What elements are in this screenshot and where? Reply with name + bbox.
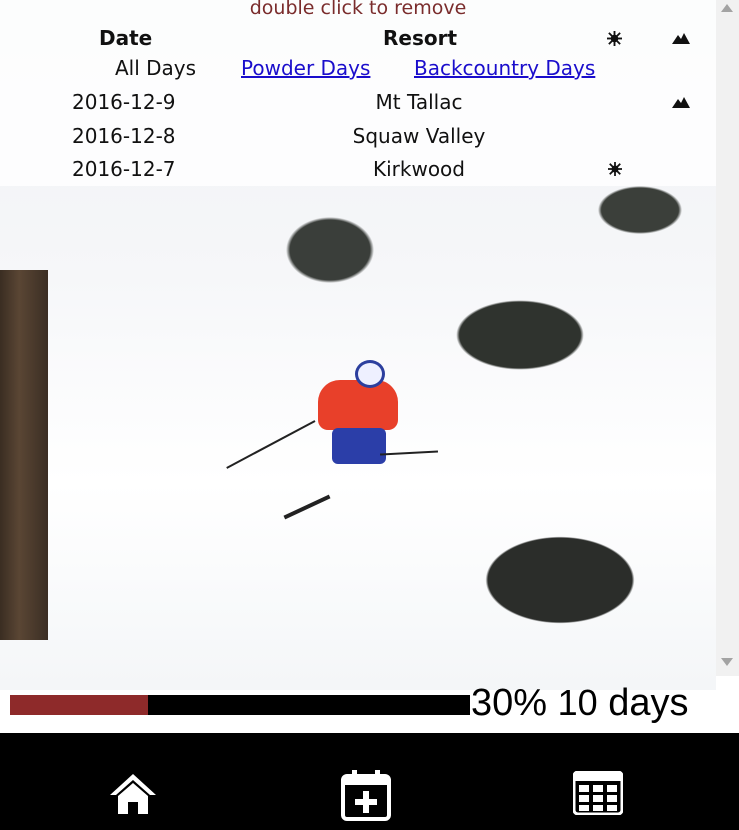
mountain-icon	[672, 97, 690, 108]
scroll-down-arrow-icon[interactable]	[721, 658, 733, 666]
grid-icon[interactable]	[573, 771, 623, 815]
bottom-navigation	[0, 733, 739, 830]
snowflake-icon[interactable]	[607, 31, 622, 46]
row-date: 2016-12-7	[72, 157, 176, 181]
skis	[283, 494, 331, 520]
season-progress-bar	[10, 695, 470, 715]
filter-powder-days-link[interactable]: Powder Days	[241, 56, 370, 80]
table-row[interactable]: 2016-12-7 Kirkwood	[0, 157, 716, 187]
day-unit: days	[608, 682, 689, 724]
tree-trunk	[0, 270, 48, 640]
row-resort: Squaw Valley	[352, 124, 486, 148]
day-count: 10	[557, 682, 598, 723]
progress-fill	[10, 695, 148, 715]
row-resort: Kirkwood	[372, 157, 465, 181]
progress-summary: 30% 10 days	[471, 682, 689, 725]
home-icon[interactable]	[108, 771, 158, 816]
days-table-panel: double click to remove Date Resort All D…	[0, 0, 716, 186]
table-row[interactable]: 2016-12-9 Mt Tallac	[0, 90, 716, 120]
vertical-scrollbar[interactable]	[716, 0, 739, 676]
snowflake-icon	[608, 162, 622, 176]
remove-hint: double click to remove	[249, 0, 467, 19]
ski-pole	[379, 450, 439, 456]
row-resort: Mt Tallac	[375, 90, 463, 114]
row-date: 2016-12-9	[72, 90, 176, 114]
filter-all-days[interactable]: All Days	[115, 56, 196, 80]
mountain-icon[interactable]	[672, 33, 690, 44]
header-resort: Resort	[383, 26, 458, 50]
header-date: Date	[99, 26, 153, 50]
progress-percent: 30%	[471, 682, 548, 724]
skier-pants	[332, 428, 386, 464]
table-row[interactable]: 2016-12-8 Squaw Valley	[0, 124, 716, 154]
ski-pole	[226, 420, 316, 469]
filter-backcountry-days-link[interactable]: Backcountry Days	[414, 56, 595, 80]
scroll-up-arrow-icon[interactable]	[721, 4, 733, 12]
skier-jacket	[318, 380, 398, 430]
skier-helmet	[355, 360, 385, 388]
calendar-add-icon[interactable]	[340, 769, 392, 821]
row-date: 2016-12-8	[72, 124, 176, 148]
